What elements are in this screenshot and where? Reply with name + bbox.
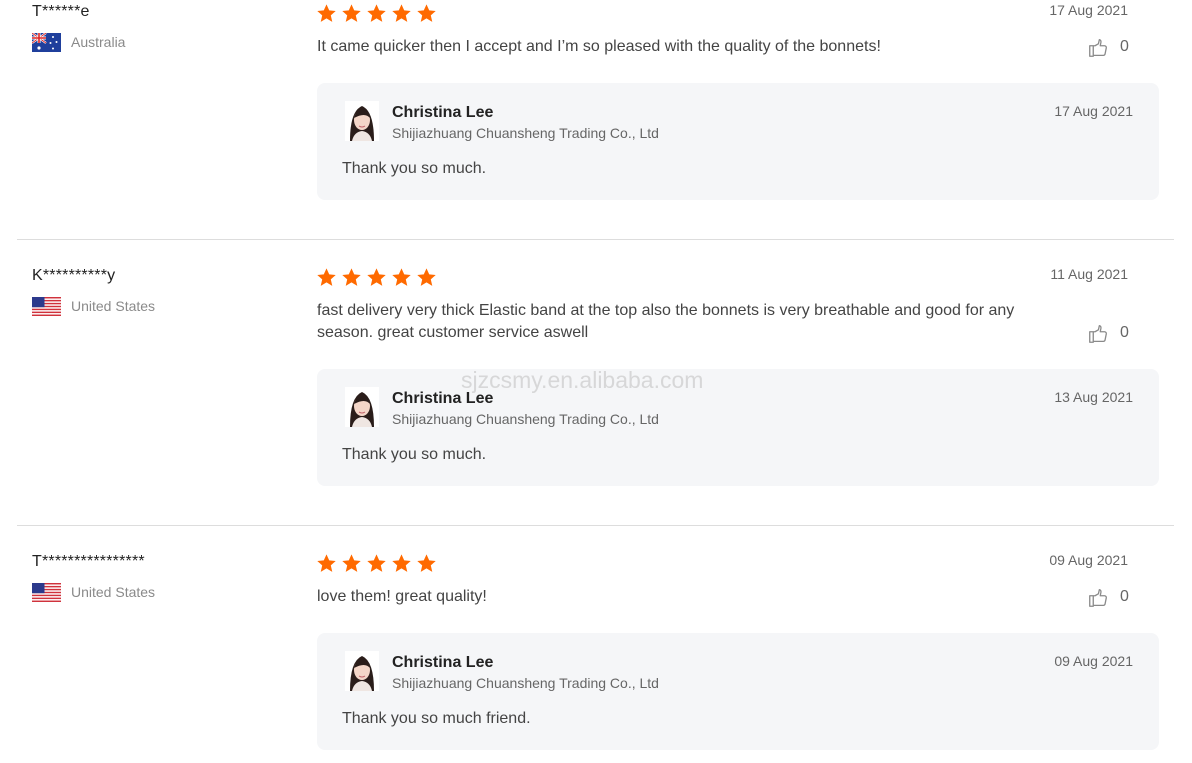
flag-australia-icon — [32, 32, 61, 52]
review-date: 09 Aug 2021 — [1049, 552, 1128, 568]
reviewer-country: United States — [32, 582, 155, 602]
seller-avatar — [345, 101, 379, 141]
review-divider — [17, 525, 1174, 526]
seller-company: Shijiazhuang Chuansheng Trading Co., Ltd — [392, 675, 659, 691]
star-icon — [342, 554, 361, 572]
thumbs-up-icon — [1089, 324, 1107, 343]
star-icon — [317, 554, 336, 572]
seller-company: Shijiazhuang Chuansheng Trading Co., Ltd — [392, 411, 659, 427]
star-icon — [342, 268, 361, 286]
rating-stars — [316, 3, 441, 25]
seller-reply: Christina Lee Shijiazhuang Chuansheng Tr… — [317, 83, 1159, 200]
like-count: 0 — [1120, 588, 1129, 605]
star-icon — [392, 554, 411, 572]
thumbs-up-icon — [1089, 38, 1107, 57]
seller-avatar — [345, 387, 379, 427]
star-icon — [392, 268, 411, 286]
country-name: Australia — [71, 34, 126, 50]
review-text: love them! great quality! — [317, 588, 487, 605]
star-icon — [392, 4, 411, 22]
star-icon — [417, 4, 436, 22]
star-icon — [367, 4, 386, 22]
star-icon — [342, 4, 361, 22]
star-icon — [317, 4, 336, 22]
like-button[interactable]: 0 — [1088, 322, 1129, 344]
country-name: United States — [71, 584, 156, 600]
thumbs-up-icon — [1089, 588, 1107, 607]
reviewer-name: T**************** — [32, 553, 145, 570]
star-icon — [317, 268, 336, 286]
flag-united-states-icon — [32, 296, 61, 316]
review-divider — [17, 239, 1174, 240]
reviewer-country: United States — [32, 296, 155, 316]
star-icon — [367, 554, 386, 572]
reply-text: Thank you so much friend. — [342, 710, 531, 727]
flag-united-states-icon — [32, 582, 61, 602]
seller-reply: Christina Lee Shijiazhuang Chuansheng Tr… — [317, 633, 1159, 750]
seller-name: Christina Lee — [392, 390, 494, 407]
seller-avatar — [345, 651, 379, 691]
like-button[interactable]: 0 — [1088, 586, 1129, 608]
reviewer-name: K**********y — [32, 267, 116, 284]
reviewer-country: Australia — [32, 32, 125, 52]
star-icon — [417, 268, 436, 286]
review-text: fast delivery very thick Elastic band at… — [317, 302, 1015, 341]
reviewer-name: T******e — [32, 3, 90, 20]
like-count: 0 — [1120, 324, 1129, 341]
star-icon — [417, 554, 436, 572]
country-name: United States — [71, 298, 156, 314]
reply-text: Thank you so much. — [342, 446, 487, 463]
like-button[interactable]: 0 — [1088, 36, 1129, 58]
star-icon — [367, 268, 386, 286]
reply-text: Thank you so much. — [342, 160, 487, 177]
reply-date: 09 Aug 2021 — [1054, 653, 1133, 669]
review-date: 11 Aug 2021 — [1050, 266, 1128, 282]
review-date: 17 Aug 2021 — [1049, 2, 1128, 18]
reply-date: 13 Aug 2021 — [1054, 389, 1133, 405]
like-count: 0 — [1120, 38, 1129, 55]
rating-stars — [316, 267, 441, 289]
reply-date: 17 Aug 2021 — [1054, 103, 1133, 119]
seller-company: Shijiazhuang Chuansheng Trading Co., Ltd — [392, 125, 659, 141]
review-text: It came quicker then I accept and I’m so… — [317, 38, 881, 55]
seller-name: Christina Lee — [392, 654, 494, 671]
rating-stars — [316, 553, 441, 575]
seller-name: Christina Lee — [392, 104, 494, 121]
seller-reply: Christina Lee Shijiazhuang Chuansheng Tr… — [317, 369, 1159, 486]
